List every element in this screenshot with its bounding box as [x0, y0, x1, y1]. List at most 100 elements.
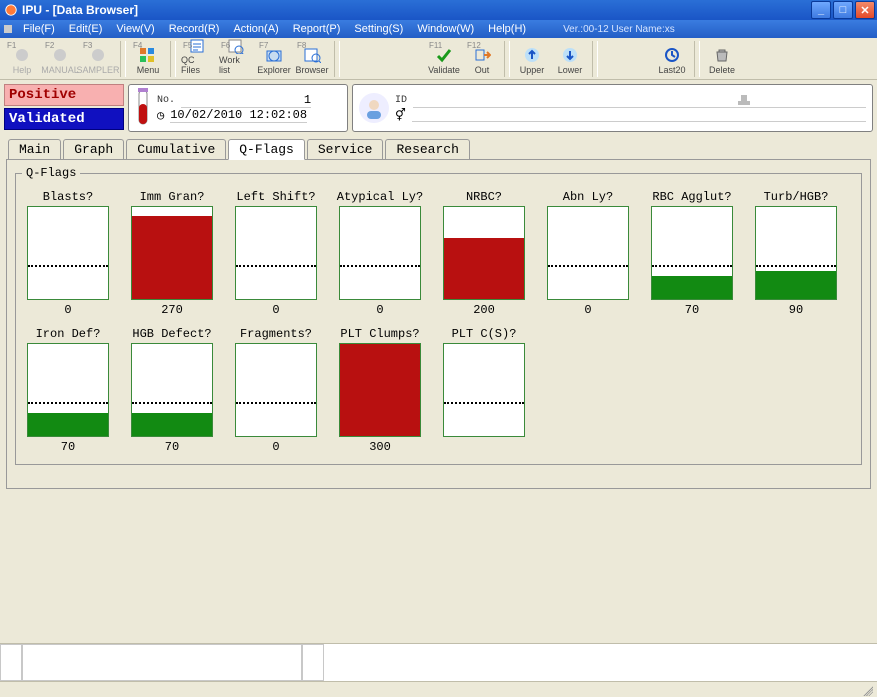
toolbar-separator [592, 41, 598, 77]
qflag-gauge [235, 343, 317, 437]
menu-edit[interactable]: Edit(E) [62, 23, 110, 35]
bottom-cell [0, 644, 22, 681]
qflag-fill [444, 238, 524, 299]
qflag-fill [28, 413, 108, 436]
sample-no-label: No. [157, 95, 175, 106]
tab-graph[interactable]: Graph [63, 139, 124, 159]
qflag-gauge [443, 206, 525, 300]
menu-file[interactable]: File(F) [16, 23, 62, 35]
qflag-value: 300 [369, 440, 391, 454]
qflag-gauge [339, 206, 421, 300]
version-user-label: Ver.:00-12 User Name:xs [563, 24, 675, 35]
toolbar-sampler-button[interactable]: F3 SAMPLER [80, 40, 116, 78]
qflag-gauge [131, 343, 213, 437]
qflag-cell: PLT C(S)? [438, 327, 530, 454]
toolbar-last20-button[interactable]: Last20 [654, 40, 690, 78]
tab-research[interactable]: Research [385, 139, 469, 159]
qflag-title: Abn Ly? [563, 190, 613, 204]
bottom-cell [302, 644, 324, 681]
sample-datetime: 10/02/2010 12:02:08 [170, 108, 307, 123]
qflags-legend: Q-Flags [22, 166, 80, 180]
qflag-value: 70 [165, 440, 179, 454]
window-maximize-button[interactable]: □ [833, 1, 853, 19]
status-validated-tag: Validated [4, 108, 124, 130]
toolbar-validate-button[interactable]: F11 Validate [426, 40, 462, 78]
tab-cumulative[interactable]: Cumulative [126, 139, 226, 159]
qflag-gauge [339, 343, 421, 437]
menubar: File(F) Edit(E) View(V) Record(R) Action… [0, 20, 877, 38]
bottom-panel [0, 643, 877, 681]
qflag-fill [340, 344, 420, 436]
qflag-title: Fragments? [240, 327, 312, 341]
stamp-icon [736, 91, 752, 107]
menu-setting[interactable]: Setting(S) [347, 23, 410, 35]
toolbar-separator [694, 41, 700, 77]
menu-action[interactable]: Action(A) [226, 23, 285, 35]
toolbar-lower-button[interactable]: Lower [552, 40, 588, 78]
tab-qflags[interactable]: Q-Flags [228, 139, 305, 160]
toolbar-manual-button[interactable]: F2 MANUAL [42, 40, 78, 78]
qflag-threshold-line [236, 402, 316, 404]
toolbar-qcfiles-button[interactable]: F5 QC Files [180, 40, 216, 78]
qflag-gauge [27, 206, 109, 300]
window-close-button[interactable]: ✕ [855, 1, 875, 19]
qflag-cell: HGB Defect? 70 [126, 327, 218, 454]
qflag-cell: Fragments?0 [230, 327, 322, 454]
qflag-value: 0 [272, 303, 279, 317]
toolbar-label: MANUAL [41, 65, 79, 75]
bottom-cell [22, 644, 302, 681]
arrow-up-icon [522, 46, 542, 64]
fkey-label: F11 [429, 41, 442, 50]
fkey-label: F7 [259, 41, 268, 50]
window-minimize-button[interactable]: _ [811, 1, 831, 19]
menu-window[interactable]: Window(W) [410, 23, 481, 35]
menu-record[interactable]: Record(R) [162, 23, 227, 35]
qflag-title: Turb/HGB? [764, 190, 829, 204]
qflag-threshold-line [28, 402, 108, 404]
qflag-cell: Atypical Ly?0 [334, 190, 426, 317]
qflags-grid: Blasts?0Imm Gran?270Left Shift?0Atypical… [22, 190, 855, 454]
patient-id-value [413, 94, 866, 108]
patient-avatar-icon [359, 93, 389, 123]
qflag-title: Left Shift? [236, 190, 315, 204]
toolbar-separator [170, 41, 176, 77]
resize-grip-icon[interactable] [861, 684, 873, 696]
bottom-cell [324, 644, 877, 681]
fkey-label: F3 [83, 41, 92, 50]
toolbar-help-button[interactable]: F1 Help [4, 40, 40, 78]
qflag-value: 70 [685, 303, 699, 317]
tab-service[interactable]: Service [307, 139, 384, 159]
toolbar-out-button[interactable]: F12 Out [464, 40, 500, 78]
menu-report[interactable]: Report(P) [286, 23, 348, 35]
toolbar: F1 Help F2 MANUAL F3 SAMPLER F4 Menu F5 … [0, 38, 877, 80]
tube-icon [135, 88, 151, 128]
qflag-gauge [131, 206, 213, 300]
toolbar-menu-button[interactable]: F4 Menu [130, 40, 166, 78]
qflag-title: PLT Clumps? [340, 327, 419, 341]
toolbar-browser-button[interactable]: F8 Browser [294, 40, 330, 78]
qflag-title: HGB Defect? [132, 327, 211, 341]
toolbar-worklist-button[interactable]: F6 Work list [218, 40, 254, 78]
fkey-label: F1 [7, 41, 16, 50]
window-titlebar: IPU - [Data Browser] _ □ ✕ [0, 0, 877, 20]
toolbar-label: Browser [295, 65, 328, 75]
toolbar-delete-button[interactable]: Delete [704, 40, 740, 78]
menu-help[interactable]: Help(H) [481, 23, 533, 35]
gender-icon: ⚥ [395, 108, 406, 123]
qflag-value: 0 [64, 303, 71, 317]
qflag-title: Atypical Ly? [337, 190, 423, 204]
fkey-label: F4 [133, 41, 142, 50]
qflag-threshold-line [340, 265, 420, 267]
qflag-cell: NRBC?200 [438, 190, 530, 317]
fkey-label: F2 [45, 41, 54, 50]
toolbar-explorer-button[interactable]: F7 Explorer [256, 40, 292, 78]
toolbar-upper-button[interactable]: Upper [514, 40, 550, 78]
window-title: IPU - [Data Browser] [22, 3, 811, 17]
toolbar-label: Last20 [658, 65, 685, 75]
tab-main[interactable]: Main [8, 139, 61, 159]
menu-view[interactable]: View(V) [109, 23, 161, 35]
qflag-title: Imm Gran? [140, 190, 205, 204]
toolbar-label: Lower [558, 65, 583, 75]
tab-bar: Main Graph Cumulative Q-Flags Service Re… [0, 138, 877, 159]
mdi-control-icon[interactable] [4, 25, 12, 33]
